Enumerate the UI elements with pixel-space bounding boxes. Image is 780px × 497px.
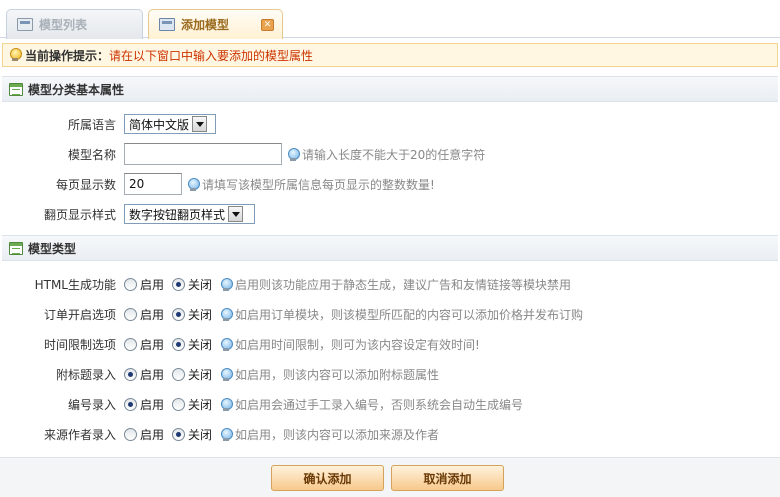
field-label: 时间限制选项 — [43, 337, 116, 352]
info-bulb-icon — [220, 367, 234, 381]
model-name-input[interactable] — [124, 143, 282, 165]
info-bulb-icon — [187, 177, 200, 191]
field-label: 订单开启选项 — [43, 307, 116, 322]
tab-model-list[interactable]: 模型列表 — [6, 9, 143, 39]
field-hint: 请填写该模型所属信息每页显示的整数数量! — [187, 176, 435, 193]
radio-label: 启用 — [140, 397, 165, 412]
disable-radio[interactable] — [172, 277, 186, 291]
chevron-down-icon — [228, 206, 244, 222]
radio-label: 关闭 — [188, 397, 213, 412]
radio-label: 启用 — [140, 337, 165, 352]
field-hint: 如启用时间限制，则可为该内容设定有效时间! — [220, 336, 480, 353]
field-hint: 如启用订单模块，则该模型所匹配的内容可以添加价格并发布订购 — [220, 306, 583, 323]
tab-add-model[interactable]: 添加模型 ✕ — [148, 9, 283, 39]
enable-radio[interactable] — [124, 397, 137, 411]
form-footer: 确认添加 取消添加 — [0, 457, 780, 497]
disable-radio[interactable] — [172, 307, 186, 321]
confirm-add-button[interactable]: 确认添加 — [271, 465, 384, 491]
cancel-add-button[interactable]: 取消添加 — [391, 465, 504, 491]
section-title: 模型类型 — [28, 241, 77, 256]
field-label: 所属语言 — [67, 117, 116, 132]
form-row-option: 时间限制选项 启用 关闭 如启用时间限制，则可为该内容设定有效时间! — [0, 332, 780, 356]
per-page-input[interactable]: 20 — [124, 173, 182, 195]
radio-label: 启用 — [140, 277, 165, 292]
field-hint: 启用则该功能应用于静态生成，建议广告和友情链接等模块禁用 — [220, 276, 571, 293]
tab-label: 模型列表 — [39, 18, 88, 32]
field-label: 翻页显示样式 — [43, 207, 116, 222]
form-icon — [9, 241, 23, 255]
field-label: HTML生成功能 — [34, 277, 116, 292]
radio-label: 关闭 — [188, 427, 213, 442]
paging-style-select[interactable]: 数字按钮翻页样式 — [124, 204, 255, 224]
form-row-per-page: 每页显示数 20 请填写该模型所属信息每页显示的整数数量! — [0, 172, 780, 196]
enable-radio[interactable] — [124, 337, 137, 351]
field-label: 每页显示数 — [55, 177, 116, 192]
section-header-basic: 模型分类基本属性 — [2, 76, 778, 102]
form-row-name: 模型名称 请输入长度不能大于20的任意字符 — [0, 142, 780, 166]
radio-label: 启用 — [140, 427, 165, 442]
tab-bar: 模型列表 添加模型 ✕ — [0, 0, 780, 39]
field-label: 来源作者录入 — [43, 427, 116, 442]
disable-radio[interactable] — [172, 367, 186, 381]
tip-text: 请在以下窗口中输入要添加的模型属性 — [109, 48, 314, 63]
info-bulb-icon — [220, 397, 234, 411]
info-bulb-icon — [287, 147, 300, 161]
chevron-down-icon — [192, 116, 208, 132]
field-hint: 如启用会通过手工录入编号，否则系统会自动生成编号 — [220, 396, 523, 413]
radio-label: 关闭 — [188, 277, 213, 292]
enable-radio[interactable] — [124, 427, 137, 441]
section-title: 模型分类基本属性 — [28, 82, 125, 97]
radio-label: 启用 — [140, 367, 165, 382]
radio-label: 关闭 — [188, 307, 213, 322]
info-bulb-icon — [220, 277, 234, 291]
disable-radio[interactable] — [172, 397, 186, 411]
form-row-option: 编号录入 启用 关闭 如启用会通过手工录入编号，否则系统会自动生成编号 — [0, 392, 780, 416]
radio-label: 关闭 — [188, 337, 213, 352]
disable-radio[interactable] — [172, 427, 186, 441]
form-row-option: 订单开启选项 启用 关闭 如启用订单模块，则该模型所匹配的内容可以添加价格并发布订购 — [0, 302, 780, 326]
section-header-type: 模型类型 — [2, 235, 778, 261]
window-icon — [159, 18, 175, 31]
enable-radio[interactable] — [124, 307, 137, 321]
info-bulb-icon — [220, 427, 234, 441]
lightbulb-icon — [9, 48, 22, 62]
field-hint: 如启用，则该内容可以添加来源及作者 — [220, 426, 439, 443]
form-row-option: HTML生成功能 启用 关闭 启用则该功能应用于静态生成，建议广告和友情链接等模块禁用 — [0, 272, 780, 296]
field-hint: 如启用，则该内容可以添加附标题属性 — [220, 366, 439, 383]
window-icon — [17, 18, 33, 31]
field-label: 编号录入 — [67, 397, 116, 412]
form-row-paging-style: 翻页显示样式 数字按钮翻页样式 — [0, 202, 780, 226]
disable-radio[interactable] — [172, 337, 186, 351]
radio-label: 关闭 — [188, 367, 213, 382]
enable-radio[interactable] — [124, 277, 137, 291]
operation-tip: 当前操作提示： 请在以下窗口中输入要添加的模型属性 — [2, 43, 778, 67]
form-icon — [9, 82, 23, 96]
radio-label: 启用 — [140, 307, 165, 322]
close-icon[interactable]: ✕ — [261, 19, 274, 31]
language-select[interactable]: 简体中文版 — [124, 114, 216, 134]
tab-label: 添加模型 — [181, 18, 230, 32]
field-label: 模型名称 — [67, 147, 116, 162]
form-row-option: 来源作者录入 启用 关闭 如启用，则该内容可以添加来源及作者 — [0, 422, 780, 446]
info-bulb-icon — [220, 337, 234, 351]
field-label: 附标题录入 — [55, 367, 116, 382]
enable-radio[interactable] — [124, 367, 137, 381]
info-bulb-icon — [220, 307, 234, 321]
tip-label: 当前操作提示： — [25, 48, 110, 63]
form-row-option: 附标题录入 启用 关闭 如启用，则该内容可以添加附标题属性 — [0, 362, 780, 386]
field-hint: 请输入长度不能大于20的任意字符 — [287, 146, 485, 163]
form-row-language: 所属语言 简体中文版 — [0, 112, 780, 136]
